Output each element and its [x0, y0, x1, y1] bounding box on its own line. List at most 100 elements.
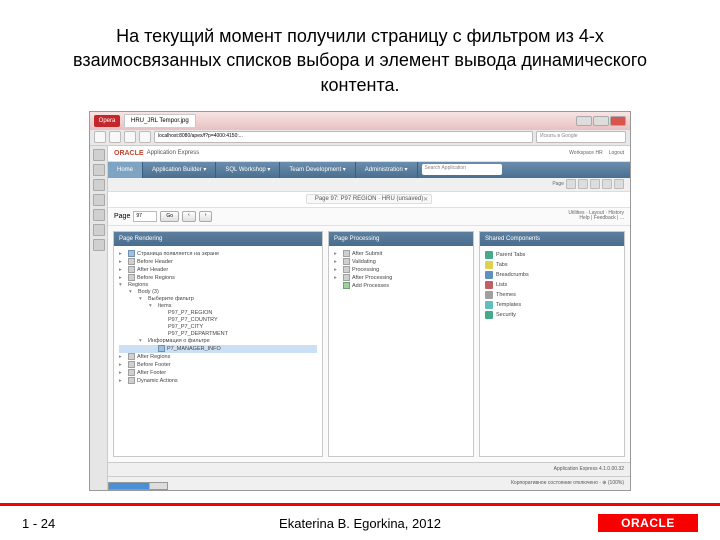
tree-item[interactable]: ▾Items	[119, 303, 317, 310]
page-number-input[interactable]	[133, 211, 157, 222]
breadcrumb-row: Page 97: P97 REGION · HRU (unsaved) ✕	[108, 192, 630, 208]
shared-component-link[interactable]: Parent Tabs	[485, 250, 619, 260]
window-controls	[576, 116, 626, 126]
panel-icon[interactable]	[93, 209, 105, 221]
reload-button[interactable]	[124, 131, 136, 143]
next-page-button[interactable]: ›	[199, 211, 213, 222]
slide-title: На текущий момент получили страницу с фи…	[0, 0, 720, 111]
panel-header: Page Rendering	[114, 232, 322, 246]
panel-icon[interactable]	[93, 239, 105, 251]
tree-item[interactable]: ▾Выберите фильтр	[119, 296, 317, 303]
toolbar-icon[interactable]	[602, 179, 612, 189]
browser-status: Корпоративное состояние отключено · ⊕ (1…	[108, 476, 630, 490]
tree-item[interactable]: ▸After Submit	[334, 250, 468, 258]
tree-item[interactable]: ▾Regions	[119, 282, 317, 289]
apex-header: ORACLE Application Express Workspace HR …	[108, 146, 630, 162]
shared-component-link[interactable]: Lists	[485, 280, 619, 290]
nav-app-builder[interactable]: Application Builder ▾	[143, 162, 216, 178]
opera-menu-button[interactable]: Opera	[94, 115, 120, 127]
slide-author: Ekaterina B. Egorkina, 2012	[279, 516, 441, 531]
shared-component-link[interactable]: Themes	[485, 290, 619, 300]
tree-item[interactable]: ▸Страница появляется на экране	[119, 250, 317, 258]
close-icon[interactable]: ✕	[423, 196, 428, 203]
product-name: Application Express	[147, 150, 200, 156]
page-controls: Page Go ‹ › Utilities · Layout · History…	[108, 208, 630, 226]
browser-sidebar	[90, 146, 108, 490]
tree-item[interactable]: ▾Body (3)	[119, 289, 317, 296]
shared-components-panel: Shared Components Parent TabsTabsBreadcr…	[479, 231, 625, 457]
tree-item[interactable]: ▸After Processing	[334, 274, 468, 282]
tree-item[interactable]: Add Processes	[334, 282, 468, 290]
panel-icon[interactable]	[93, 224, 105, 236]
browser-window: Opera HRU_JRL Tempor.jpg localhost:8080/…	[89, 111, 631, 491]
slide-number: 1 - 24	[22, 516, 55, 531]
tree-item[interactable]: P97_P7_DEPARTMENT	[119, 331, 317, 338]
tree-item[interactable]: P7_MANAGER_INFO	[119, 345, 317, 353]
tree-item[interactable]: P97_P7_REGION	[119, 310, 317, 317]
maximize-button[interactable]	[593, 116, 609, 126]
panel-header: Shared Components	[480, 232, 624, 246]
go-button[interactable]: Go	[160, 211, 179, 222]
tree-item[interactable]: P97_P7_CITY	[119, 324, 317, 331]
tree-item[interactable]: ▾Информация о фильтре	[119, 338, 317, 345]
nav-team-dev[interactable]: Team Development ▾	[280, 162, 355, 178]
panel-icon[interactable]	[93, 179, 105, 191]
tree-item[interactable]: ▸Processing	[334, 266, 468, 274]
window-titlebar: Opera HRU_JRL Tempor.jpg	[90, 112, 630, 130]
breadcrumb-chip[interactable]: Page 97: P97 REGION · HRU (unsaved) ✕	[306, 194, 432, 204]
panel-icon[interactable]	[93, 149, 105, 161]
page-processing-panel: Page Processing ▸After Submit▸Validating…	[328, 231, 474, 457]
apex-footer: Application Express 4.1.0.00.32	[108, 462, 630, 476]
tree-item[interactable]: P97_P7_COUNTRY	[119, 317, 317, 324]
tree-item[interactable]: ▸Before Header	[119, 258, 317, 266]
toolbar-icon[interactable]	[590, 179, 600, 189]
tree-item[interactable]: ▸After Header	[119, 266, 317, 274]
slide-footer: 1 - 24 Ekaterina B. Egorkina, 2012 ORACL…	[0, 506, 720, 540]
page-label: Page	[114, 213, 130, 220]
tree-item[interactable]: ▸Validating	[334, 258, 468, 266]
tree-item[interactable]: ▸Dynamic Actions	[119, 377, 317, 385]
shared-component-link[interactable]: Tabs	[485, 260, 619, 270]
toolbar-icon[interactable]	[614, 179, 624, 189]
workspace-label: Workspace HR	[569, 150, 603, 156]
toolbar-icon[interactable]	[578, 179, 588, 189]
nav-home[interactable]: Home	[108, 162, 143, 178]
prev-page-button[interactable]: ‹	[182, 211, 196, 222]
version-label: Application Express 4.1.0.00.32	[554, 466, 624, 472]
close-button[interactable]	[610, 116, 626, 126]
breadcrumb-text: Page 97: P97 REGION · HRU (unsaved)	[315, 196, 423, 202]
toolbar: Page	[108, 178, 630, 192]
page-content: ORACLE Application Express Workspace HR …	[108, 146, 630, 490]
app-search-input[interactable]: Search Application	[422, 164, 502, 175]
home-button[interactable]	[139, 131, 151, 143]
tree-item[interactable]: ▸Before Regions	[119, 274, 317, 282]
browser-search-input[interactable]: Искать в Google	[536, 131, 626, 143]
nav-admin[interactable]: Administration ▾	[356, 162, 418, 178]
browser-tab[interactable]: HRU_JRL Tempor.jpg	[124, 114, 196, 127]
toolbar-icon[interactable]	[566, 179, 576, 189]
page-side-links: Utilities · Layout · History Help | Feed…	[568, 211, 624, 222]
panel-icon[interactable]	[93, 164, 105, 176]
designer-panels: Page Rendering ▸Страница появляется на э…	[108, 226, 630, 462]
tree-item[interactable]: ▸Before Footer	[119, 361, 317, 369]
minimize-button[interactable]	[576, 116, 592, 126]
tree-item[interactable]: ▸After Footer	[119, 369, 317, 377]
apex-nav: Home Application Builder ▾ SQL Workshop …	[108, 162, 630, 178]
nav-sql-workshop[interactable]: SQL Workshop ▾	[216, 162, 280, 178]
url-input[interactable]: localhost:8080/apex/f?p=4000:4150:...	[154, 131, 533, 143]
page-label: Page	[552, 181, 564, 187]
tree-item[interactable]: ▸After Regions	[119, 353, 317, 361]
shared-component-link[interactable]: Breadcrumbs	[485, 270, 619, 280]
zoom-label: Корпоративное состояние отключено · ⊕ (1…	[511, 480, 624, 486]
loading-progress	[108, 482, 168, 490]
address-bar: localhost:8080/apex/f?p=4000:4150:... Ис…	[90, 130, 630, 146]
panel-icon[interactable]	[93, 194, 105, 206]
back-button[interactable]	[94, 131, 106, 143]
forward-button[interactable]	[109, 131, 121, 143]
oracle-footer-logo: ORACLE	[598, 514, 698, 532]
oracle-logo: ORACLE	[114, 150, 144, 157]
panel-header: Page Processing	[329, 232, 473, 246]
logout-link[interactable]: Logout	[609, 150, 624, 156]
shared-component-link[interactable]: Templates	[485, 300, 619, 310]
shared-component-link[interactable]: Security	[485, 310, 619, 320]
